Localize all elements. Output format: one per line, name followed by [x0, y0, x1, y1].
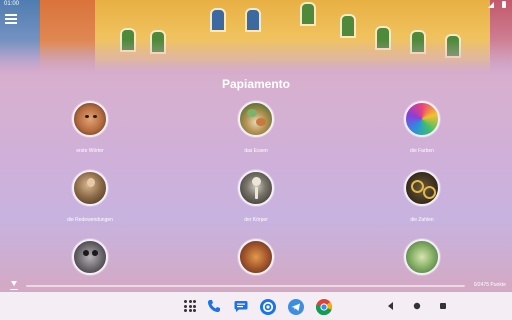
category-das-essen[interactable]: das Essen	[216, 101, 296, 154]
download-icon[interactable]	[10, 281, 18, 290]
animal-image	[72, 239, 108, 275]
food-plate-image	[238, 101, 274, 137]
app-screen: 01:00 Papiamento erste Wörter das Essen …	[0, 0, 512, 292]
skeleton-image	[238, 170, 274, 206]
category-label: die Zahlen	[410, 217, 434, 223]
back-icon[interactable]	[384, 299, 398, 313]
category-die-zahlen[interactable]: die Zahlen	[382, 170, 462, 223]
app-grid-icon[interactable]	[183, 299, 197, 313]
category-label: erste Wörter	[76, 148, 104, 154]
nature-image	[404, 239, 440, 275]
messages-icon[interactable]	[234, 299, 248, 313]
header-photo	[0, 0, 512, 75]
progress-row: 0/2475 Punkte	[0, 279, 512, 292]
category-der-koerper[interactable]: der Körper	[216, 170, 296, 223]
signal-icon	[488, 2, 494, 8]
menu-icon[interactable]	[5, 14, 17, 24]
category-label: der Körper	[244, 217, 268, 223]
category-erste-woerter[interactable]: erste Wörter	[50, 101, 130, 154]
android-nav-bar	[0, 292, 512, 320]
category-die-farben[interactable]: die Farben	[382, 101, 462, 154]
child-face-image	[72, 101, 108, 137]
page-title: Papiamento	[221, 77, 290, 91]
colors-image	[404, 101, 440, 137]
recents-icon[interactable]	[436, 299, 450, 313]
battery-icon	[502, 1, 506, 8]
phone-icon[interactable]	[207, 299, 221, 313]
status-bar: 01:00	[0, 0, 512, 10]
progress-bar	[26, 285, 465, 287]
category-label: die Redewendungen	[67, 217, 113, 223]
numbers-image	[404, 170, 440, 206]
person-greeting-image	[72, 170, 108, 206]
settings-icon[interactable]	[260, 299, 276, 315]
home-icon[interactable]	[410, 299, 424, 313]
status-time: 01:00	[4, 1, 20, 7]
chrome-icon[interactable]	[316, 299, 332, 316]
category-die-redewendungen[interactable]: die Redewendungen	[50, 170, 130, 223]
category-label: die Farben	[410, 148, 434, 154]
clothes-image	[238, 239, 274, 275]
telegram-icon[interactable]	[288, 299, 304, 315]
category-label: das Essen	[244, 148, 268, 154]
points-counter: 0/2475 Punkte	[473, 282, 506, 288]
